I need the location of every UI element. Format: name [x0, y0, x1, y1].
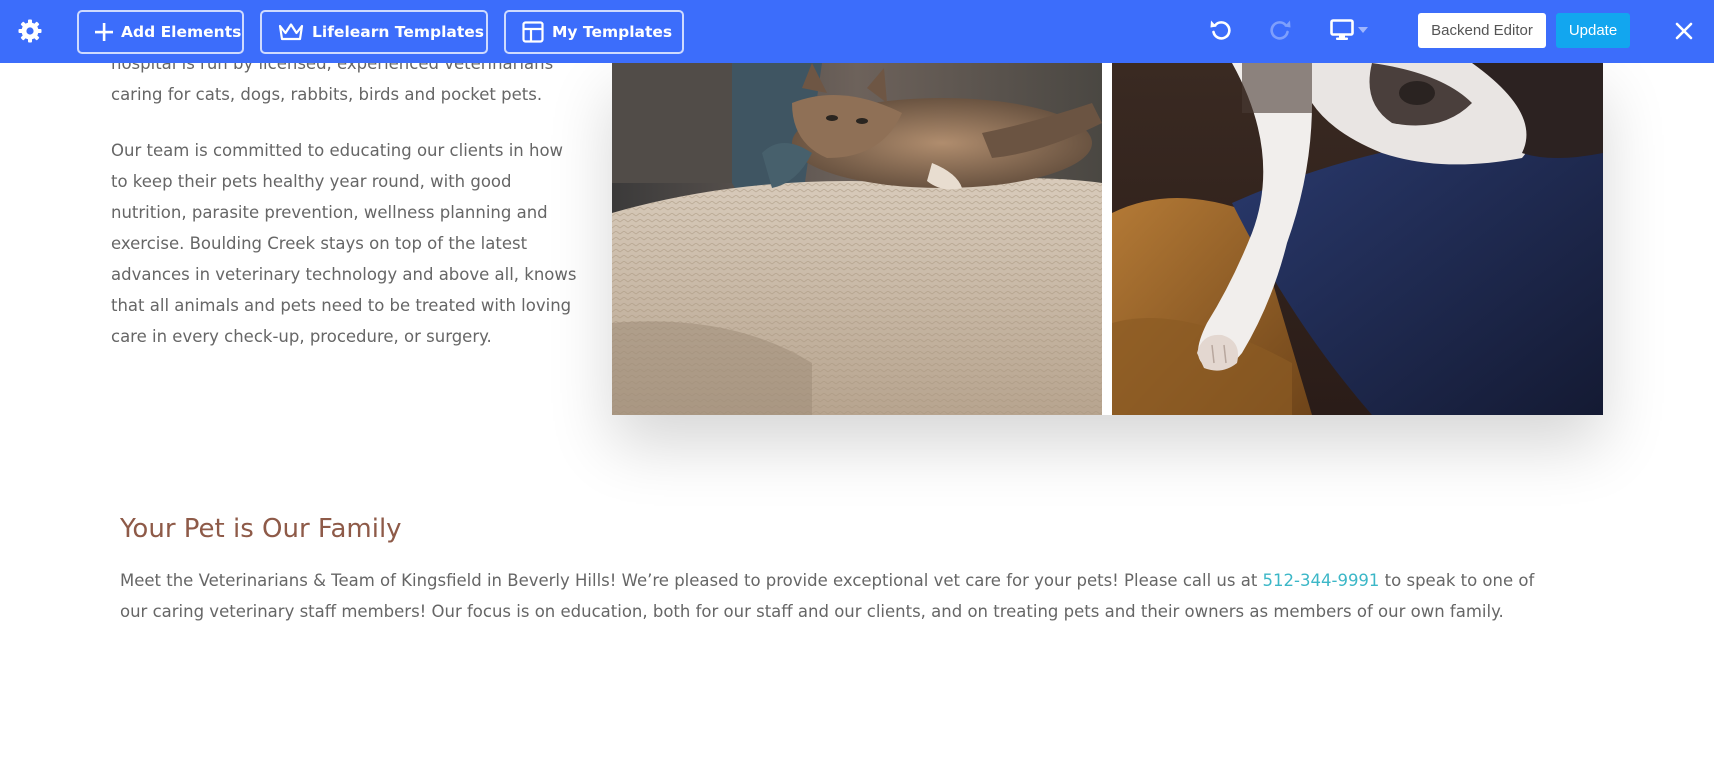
my-templates-button[interactable]: My Templates — [504, 10, 684, 54]
intro-paragraph: Our team is committed to educating our c… — [111, 141, 577, 346]
family-section-text: Meet the Veterinarians & Team of Kingsfi… — [120, 565, 1560, 627]
add-elements-button[interactable]: Add Elements — [77, 10, 244, 54]
plus-icon — [95, 23, 113, 41]
dog-photo — [1112, 63, 1603, 415]
undo-icon[interactable] — [1208, 17, 1234, 43]
desktop-icon — [1330, 19, 1354, 40]
lifelearn-templates-button[interactable]: Lifelearn Templates — [260, 10, 488, 54]
intro-text-block: hospital is run by licensed, experienced… — [111, 48, 581, 377]
redo-icon[interactable] — [1267, 17, 1293, 43]
device-preview-toggle[interactable] — [1330, 17, 1374, 43]
add-elements-label: Add Elements — [121, 23, 242, 41]
cat-photo — [612, 63, 1102, 415]
family-section-title: Your Pet is Our Family — [120, 514, 402, 544]
phone-link[interactable]: 512-344-9991 — [1263, 571, 1380, 590]
crown-icon — [278, 23, 304, 41]
family-text-start: Meet the Veterinarians & Team of Kingsfi… — [120, 571, 1263, 590]
backend-editor-button[interactable]: Backend Editor — [1418, 13, 1546, 48]
update-button[interactable]: Update — [1556, 13, 1630, 48]
my-templates-label: My Templates — [552, 23, 673, 41]
editor-toolbar: Add Elements Lifelearn Templates My Temp… — [0, 0, 1714, 63]
gear-icon[interactable] — [17, 18, 43, 44]
pet-photo-gallery — [612, 63, 1603, 415]
chevron-down-icon — [1358, 27, 1368, 33]
template-layout-icon — [522, 21, 544, 43]
close-icon[interactable] — [1673, 20, 1695, 42]
lifelearn-templates-label: Lifelearn Templates — [312, 23, 484, 41]
